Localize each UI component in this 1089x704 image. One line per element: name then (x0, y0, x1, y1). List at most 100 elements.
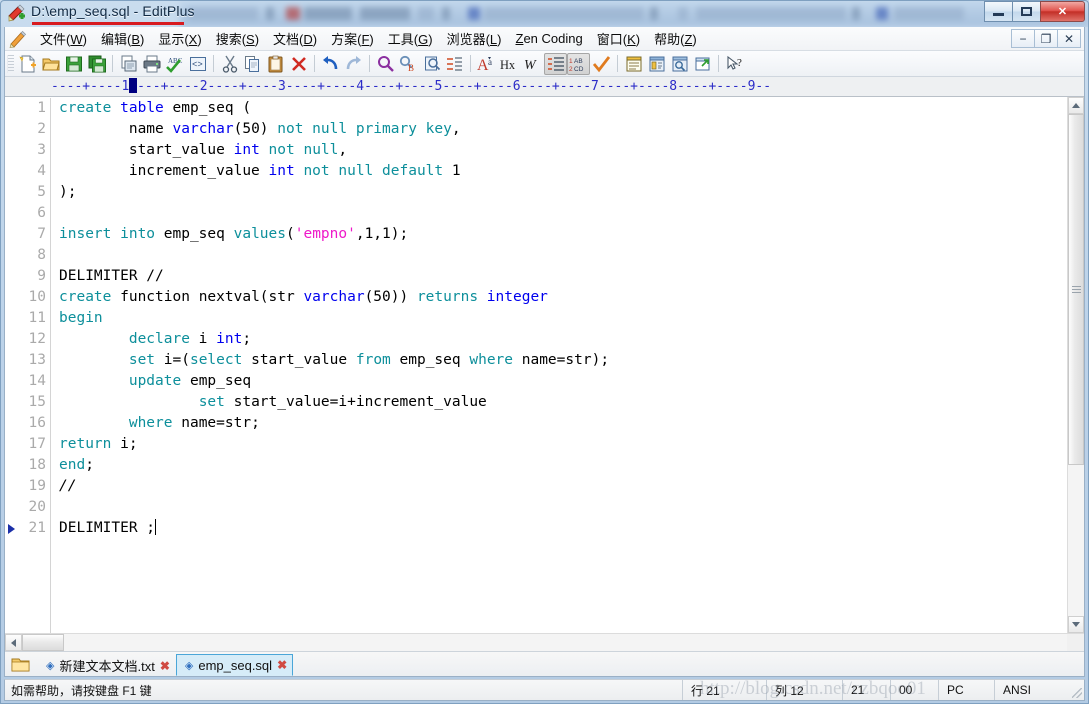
code-token: start_value (59, 142, 234, 158)
code-token: (50) (233, 121, 278, 137)
menu-window[interactable]: 窗口(K) (590, 27, 647, 51)
code-line: DELIMITER // (59, 266, 1067, 287)
open-file-icon[interactable] (39, 53, 62, 75)
hex-view-icon[interactable]: Hx (498, 53, 521, 75)
tab-new-text-document[interactable]: ◈ 新建文本文档.txt ✖ (37, 654, 176, 676)
menu-view[interactable]: 显示(X) (151, 27, 208, 51)
mdi-minimize-button[interactable]: − (1011, 29, 1035, 48)
word-wrap-icon[interactable]: W (521, 53, 544, 75)
horizontal-scroll-track[interactable] (22, 634, 1067, 651)
folder-icon[interactable] (11, 656, 31, 673)
code-token: create (59, 100, 112, 116)
menu-help[interactable]: 帮助(Z) (647, 27, 704, 51)
vertical-scroll-track[interactable] (1068, 114, 1084, 616)
find-icon[interactable] (374, 53, 397, 75)
text-editor[interactable]: 1 2 3 4 5 6 7 8 9 10 11 12 13 14 15 16 17 18 19 20 21 create… (5, 97, 1067, 633)
undo-icon[interactable] (319, 53, 342, 75)
tab-emp-seq-sql[interactable]: ◈ emp_seq.sql ✖ (175, 654, 294, 676)
tab-label: 新建文本文档.txt (59, 659, 155, 674)
svg-text:CD: CD (574, 66, 584, 72)
code-token: set (198, 394, 225, 410)
line-number-gutter[interactable]: 1 2 3 4 5 6 7 8 9 10 11 12 13 14 15 16 17 18 19 20 21 (5, 98, 51, 633)
line-numbers-icon[interactable] (544, 52, 567, 75)
menu-tools[interactable]: 工具(G) (381, 27, 440, 51)
toolbar-grip[interactable] (7, 54, 14, 73)
code-token: default (382, 163, 444, 179)
delete-icon[interactable] (287, 53, 310, 75)
menu-zencoding[interactable]: Zen Coding (509, 29, 590, 49)
window-maximize-button[interactable] (1012, 1, 1041, 22)
code-token: ); (59, 184, 77, 200)
line-number: 20 (28, 499, 46, 515)
copy-icon[interactable] (241, 53, 264, 75)
window-minimize-button[interactable] (984, 1, 1013, 22)
menu-project[interactable]: 方案(F) (324, 27, 381, 51)
print-icon[interactable] (140, 53, 163, 75)
code-token: where (469, 352, 514, 368)
status-message: 如需帮助，请按键盘 F1 键 (11, 683, 152, 698)
menu-file[interactable]: 文件(W) (33, 27, 94, 51)
scroll-up-button[interactable] (1068, 97, 1084, 114)
html-tag-icon[interactable]: <> (186, 53, 209, 75)
menu-document[interactable]: 文档(D) (266, 27, 324, 51)
ruler-cursor-marker (129, 78, 138, 93)
line-number: 9 (37, 268, 46, 284)
tab-close-icon[interactable]: ✖ (160, 659, 170, 673)
preview-window-icon[interactable] (668, 53, 691, 75)
save-icon[interactable] (62, 53, 85, 75)
context-help-icon[interactable]: ? (723, 53, 746, 75)
mdi-restore-button[interactable]: ❐ (1034, 29, 1058, 48)
paste-icon[interactable] (264, 53, 287, 75)
browser-window-icon[interactable] (691, 53, 714, 75)
menu-search[interactable]: 搜索(S) (209, 27, 266, 51)
menu-browser[interactable]: 浏览器(L) (440, 27, 509, 51)
goto-line-icon[interactable] (443, 53, 466, 75)
line-number: 21 (28, 520, 46, 536)
code-token: ; (242, 331, 252, 347)
whitespace-icon[interactable]: 1 AB 2 CD (567, 52, 590, 75)
new-file-icon[interactable] (16, 53, 39, 75)
scroll-left-button[interactable] (5, 634, 22, 651)
save-all-icon[interactable] (85, 53, 108, 75)
code-token: 'empno' (294, 226, 356, 242)
code-token: from (355, 352, 391, 368)
code-line: return i; (59, 434, 1067, 455)
scroll-down-button[interactable] (1068, 616, 1084, 633)
window-close-button[interactable]: ✕ (1040, 1, 1085, 22)
line-number: 17 (28, 436, 46, 452)
line-number: 18 (28, 457, 46, 473)
toolbar-separator (112, 55, 113, 72)
print-preview-icon[interactable] (117, 53, 140, 75)
bookmark-marker[interactable] (8, 524, 15, 534)
toolbar-separator (314, 55, 315, 72)
cliptext-window-icon[interactable] (645, 53, 668, 75)
svg-text:AB: AB (574, 58, 583, 65)
code-token: int (216, 331, 243, 347)
font-icon[interactable]: Aa (475, 53, 498, 75)
redo-icon[interactable] (342, 53, 365, 75)
cut-icon[interactable] (218, 53, 241, 75)
tab-close-icon[interactable]: ✖ (277, 658, 287, 672)
line-number: 10 (28, 289, 46, 305)
code-text[interactable]: create table emp_seq ( name varchar(50) … (51, 98, 1067, 633)
code-line: set i=(select start_value from emp_seq w… (59, 350, 1067, 371)
vertical-scroll-thumb[interactable] (1068, 114, 1084, 466)
spell-check-icon[interactable]: ABC (163, 53, 186, 75)
horizontal-scroll-thumb[interactable] (22, 634, 64, 651)
code-token: integer (486, 289, 548, 305)
vertical-scrollbar[interactable] (1067, 97, 1084, 633)
mdi-close-button[interactable]: ✕ (1057, 29, 1081, 48)
horizontal-scrollbar[interactable] (5, 633, 1084, 651)
code-token: 1 (443, 163, 461, 179)
code-token: start_value (242, 352, 356, 368)
directory-window-icon[interactable] (622, 53, 645, 75)
menu-edit[interactable]: 编辑(B) (94, 27, 151, 51)
resize-grip[interactable] (1068, 680, 1084, 700)
check-mark-icon[interactable] (590, 53, 613, 75)
replace-icon[interactable]: B (397, 53, 420, 75)
find-in-files-icon[interactable] (420, 53, 443, 75)
